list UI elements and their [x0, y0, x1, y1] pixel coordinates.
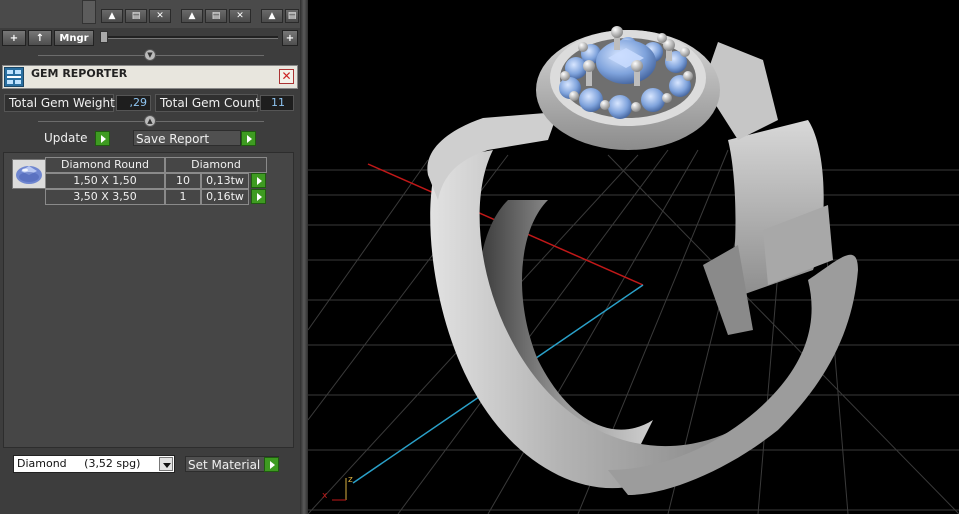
remove-slot-button[interactable]: ✕ — [149, 9, 171, 23]
total-gem-count-label: Total Gem Count — [155, 94, 260, 112]
total-gem-count-value: 11 — [260, 95, 294, 111]
gem-reporter-logo-icon — [4, 67, 24, 87]
play-arrow-icon[interactable] — [264, 457, 279, 472]
gem-weight-cell: 0,13tw — [201, 173, 249, 189]
gem-reporter-panel: ▲ ▤ ✕ ▲ ▤ ✕ ▲ ▤ + ↑ Mngr + ▼ GEM REPORTE… — [0, 0, 300, 514]
panel-splitter[interactable] — [300, 0, 308, 514]
save-slot-button[interactable]: ▤ — [125, 9, 147, 23]
gem-list: Diamond Round Diamond 1,50 X 1,50 10 0,1… — [3, 152, 294, 448]
table-header-material: Diamond — [165, 157, 267, 173]
select-gem-arrow-icon[interactable] — [251, 189, 266, 204]
expand-button[interactable]: + — [282, 30, 298, 46]
collapse-toggle[interactable]: ▼ — [144, 49, 156, 61]
total-gem-weight-label: Total Gem Weight — [4, 94, 115, 112]
save-report-button[interactable]: Save Report — [133, 130, 241, 146]
move-up-button[interactable]: ▲ — [101, 9, 123, 23]
axis-gizmo: x z — [322, 475, 353, 501]
play-arrow-icon[interactable] — [95, 131, 110, 146]
zoom-slider-handle[interactable] — [100, 31, 108, 43]
axis-z-label: z — [348, 475, 353, 485]
collapse-toggle[interactable]: ▲ — [144, 115, 156, 127]
table-header-cut: Diamond Round — [45, 157, 165, 173]
top-toolbar: ▲ ▤ ✕ ▲ ▤ ✕ ▲ ▤ — [0, 0, 300, 28]
gem-size-cell: 1,50 X 1,50 — [45, 173, 165, 189]
remove-slot-button[interactable]: ✕ — [229, 9, 251, 23]
total-gem-weight-value: ,29 — [116, 95, 151, 111]
3d-scene: x z — [308, 26, 959, 514]
gem-reporter-header: GEM REPORTER ✕ — [2, 65, 298, 89]
move-up-arrow-button[interactable]: ↑ — [28, 30, 52, 46]
gem-weight-cell: 0,16tw — [201, 189, 249, 205]
play-arrow-icon[interactable] — [241, 131, 256, 146]
material-select[interactable]: Diamond (3,52 spg) — [13, 455, 175, 473]
gem-count-cell: 1 — [165, 189, 201, 205]
add-button[interactable]: + — [2, 30, 26, 46]
material-select-value: Diamond (3,52 spg) — [17, 457, 141, 470]
update-button-label: Update — [44, 131, 88, 145]
toolbar-scroll-column[interactable] — [82, 0, 96, 24]
manager-button[interactable]: Mngr — [54, 30, 94, 46]
axis-x-label: x — [322, 491, 328, 501]
save-slot-button[interactable]: ▤ — [285, 9, 299, 23]
close-icon[interactable]: ✕ — [279, 69, 294, 84]
chevron-down-icon[interactable] — [159, 457, 173, 471]
save-slot-button[interactable]: ▤ — [205, 9, 227, 23]
save-report-label: Save Report — [136, 132, 210, 146]
diamond-thumbnail-icon — [12, 159, 46, 189]
set-material-label: Set Material — [188, 458, 261, 472]
select-gem-arrow-icon[interactable] — [251, 173, 266, 188]
zoom-slider-track[interactable] — [100, 36, 278, 39]
gem-reporter-title: GEM REPORTER — [31, 67, 128, 80]
move-up-button[interactable]: ▲ — [181, 9, 203, 23]
update-button[interactable]: Update — [42, 130, 112, 147]
3d-viewport[interactable]: x z — [308, 0, 959, 514]
gem-count-cell: 10 — [165, 173, 201, 189]
move-up-button[interactable]: ▲ — [261, 9, 283, 23]
gem-size-cell: 3,50 X 3,50 — [45, 189, 165, 205]
